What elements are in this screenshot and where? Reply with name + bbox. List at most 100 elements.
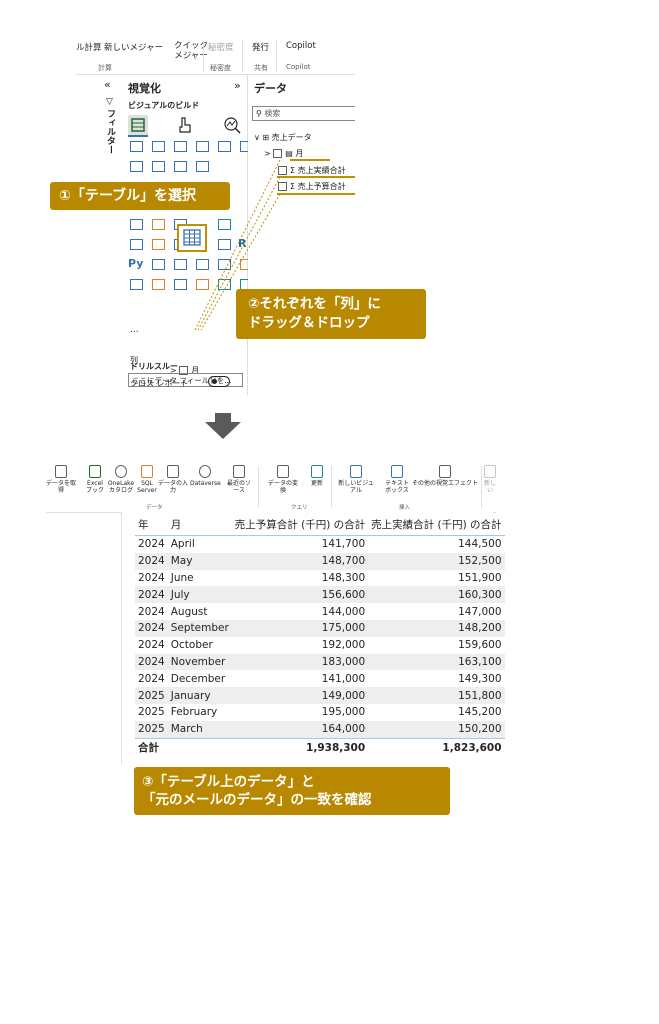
new-visual-button[interactable]: 新しいビジュアル [336,465,376,494]
cell-budget: 144,000 [321,605,366,618]
table-row[interactable]: 2024 April 141,700 144,500 [135,536,505,553]
ribbon-separator [203,40,204,72]
cell-month: July [167,586,232,604]
table-row[interactable]: 2024 June 148,300 151,900 [135,570,505,587]
total-actual: 1,823,600 [368,737,505,757]
cell-actual: 159,600 [458,639,502,652]
drillthrough-label: ドリルスルー [130,362,178,371]
table-visual-icon[interactable] [177,224,207,252]
recent-sources-button[interactable]: 最近のソース [224,465,254,494]
ribbon-copilot[interactable]: Copilot [286,41,316,51]
stacked-column-chart-icon[interactable] [152,141,165,152]
table-row[interactable]: 2024 November 183,000 163,100 [135,653,505,671]
step3-callout: ③「テーブル上のデータ」と 「元のメールのデータ」の一致を確認 [134,767,450,815]
filter-pane-collapsed[interactable]: « ▽ フィルター [98,75,122,395]
ribbon-separator [258,466,259,508]
stacked-bar-chart-icon[interactable] [130,141,143,152]
cell-actual: 152,500 [368,552,505,570]
table-row[interactable]: 2024 May 148,700 152,500 [135,552,505,570]
step2-line2: ドラッグ＆ドロップ [248,315,370,331]
table-row[interactable]: 2024 September 175,000 148,200 [135,619,505,637]
cell-month: June [170,571,194,584]
format-visual-icon[interactable] [176,115,196,135]
table-row[interactable]: 2025 January 149,000 151,800 [135,687,505,704]
table-row[interactable]: 2024 December 141,000 149,300 [135,670,505,687]
ribbon-group-share: 共有 [254,64,268,72]
ribbon-new-measure[interactable]: 新しいメジャー [104,41,163,53]
cell-month: April [170,538,195,551]
step2-callout: ②それぞれを「列」に ドラッグ＆ドロップ [236,289,426,339]
collapse-filter-icon[interactable]: « [104,78,111,91]
table-row[interactable]: 2025 March 164,000 150,200 [135,720,505,739]
total-label: 合計 [135,737,168,757]
kpi-icon[interactable] [152,239,165,250]
ribbon-publish[interactable]: 発行 [252,41,269,53]
paginated-report-icon[interactable] [130,279,143,290]
table-row[interactable]: 2024 October 192,000 159,600 [135,637,505,654]
total-budget: 1,938,300 [231,737,369,757]
cell-year: 2025 [135,687,168,704]
refresh-button[interactable]: 更新 [302,465,332,487]
build-visual-tab-icon[interactable] [128,115,148,137]
transform-data-button[interactable]: データの変換 [268,465,298,494]
new-measure-button[interactable]: 新しい [482,465,498,494]
waterfall-chart-icon[interactable] [130,219,143,230]
card-icon[interactable] [130,239,143,250]
analytics-icon[interactable] [222,115,242,135]
header-month[interactable]: 月 [167,513,232,536]
cell-year: 2024 [138,672,165,685]
total-empty [167,737,232,757]
table-row[interactable]: 2024 July 156,600 160,300 [135,586,505,604]
header-year[interactable]: 年 [135,513,168,536]
cell-month: January [167,687,232,704]
cell-budget: 183,000 [231,653,369,671]
sigma-icon: Σ [290,182,296,191]
table-row[interactable]: 2025 February 195,000 145,200 [135,704,505,721]
power-apps-icon[interactable] [152,279,165,290]
ribbon-group-calc: 計算 [98,64,112,72]
home-ribbon: データを取得 Excel ブック OneLake カタログ SQL Server… [46,462,496,513]
cell-actual: 144,500 [458,538,502,551]
dataverse-button[interactable]: Dataverse [190,465,221,487]
cross-report-toggle[interactable] [208,376,230,387]
get-data-button[interactable]: データを取得 [46,465,76,494]
modeling-ribbon: ル計算 新しいメジャー クイック メジャー 秘密度 発行 Copilot 計算 … [76,38,355,75]
cell-budget: 148,300 [321,571,366,584]
ribbon-sensitivity[interactable]: 秘密度 [208,41,234,53]
python-visual-icon[interactable]: Py [128,257,143,270]
data-search-box[interactable]: ⚲ 検索 [252,106,355,121]
text-box-button[interactable]: テキスト ボックス [382,465,412,494]
header-budget-total[interactable]: 売上予算合計 (千円) の合計 [231,513,369,536]
cell-year: 2025 [135,720,168,739]
area-chart-icon[interactable] [152,161,165,172]
cell-month: November [167,653,232,671]
cell-budget: 192,000 [321,639,366,652]
step1-callout: ①「テーブル」を選択 [50,182,230,210]
expand-pane-icon[interactable]: » [234,79,241,92]
cell-actual: 148,200 [368,619,505,637]
header-actual-total[interactable]: 売上実績合計 (千円) の合計 [368,513,505,536]
table-node[interactable]: ∨ ⊞ 売上データ [254,132,312,143]
line-chart-icon[interactable] [130,161,143,172]
cell-month: February [170,706,218,719]
more-visuals-button[interactable]: その他の視覚エフェクト [412,465,478,487]
cell-actual: 160,300 [368,586,505,604]
funnel-chart-icon[interactable] [152,219,165,230]
cell-actual: 145,200 [458,706,502,719]
field-month-label: 月 [295,149,304,158]
cell-year: 2024 [135,552,168,570]
ribbon-group-copilot: Copilot [286,63,311,71]
data-pane-title: データ [254,82,287,95]
table-row[interactable]: 2024 August 144,000 147,000 [135,603,505,620]
more-visuals-ellipsis[interactable]: ... [130,325,139,335]
enter-data-button[interactable]: データの入力 [158,465,188,494]
cell-budget: 164,000 [231,720,369,739]
ribbon-calc-item[interactable]: ル計算 [76,41,102,53]
key-influencers-icon[interactable] [152,259,165,270]
cell-actual: 151,800 [368,687,505,704]
sales-data-table[interactable]: 年 月 売上予算合計 (千円) の合計 売上実績合計 (千円) の合計 2024… [135,513,505,757]
step2-line1: ②それぞれを「列」に [248,296,381,312]
cell-budget: 141,700 [321,538,366,551]
ribbon-separator [242,40,243,72]
ribbon-separator [331,466,332,508]
